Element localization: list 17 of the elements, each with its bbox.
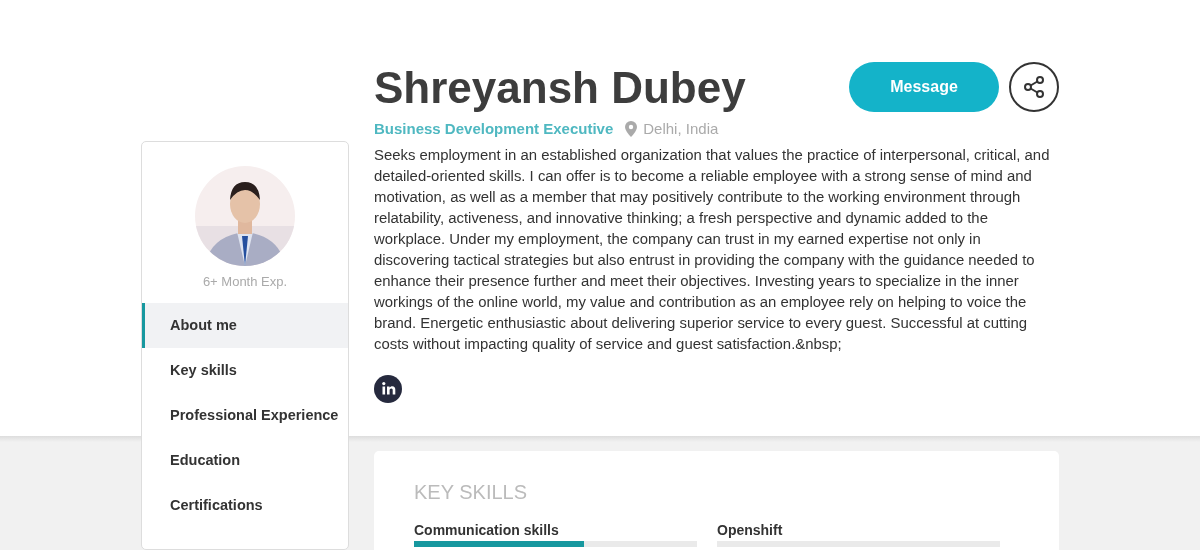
experience-text: 6+ Month Exp. bbox=[202, 274, 288, 289]
section-heading: KEY SKILLS bbox=[414, 481, 529, 504]
location-text: Delhi, India bbox=[643, 120, 719, 137]
sidebar-item[interactable]: Education bbox=[142, 438, 348, 483]
sidebar-item[interactable]: Key skills bbox=[142, 348, 348, 393]
job-title: Business Development Executive bbox=[374, 120, 614, 137]
skill-name: Openshift bbox=[717, 522, 784, 538]
share-icon bbox=[1022, 75, 1046, 99]
linkedin-icon[interactable] bbox=[374, 375, 402, 403]
profile-name: Shreyansh Dubey bbox=[374, 62, 747, 114]
sidebar-item[interactable]: Professional Experience bbox=[142, 393, 348, 438]
sidebar-item[interactable]: Certifications bbox=[142, 483, 348, 528]
location-pin-icon bbox=[625, 120, 638, 137]
about-paragraph: Seeks employment in an established organization that values the practice of interpersonal, critical, and detailed-oriented skills. I can offer is to become a reliable employee with a strong sense of mind and motivation, as well as a member that may positively contribute to the working environment through relatability, activeness, and innovative thinking; a fresh perspective and dynamic added to the workplace. Under my employment, the company can trust in my earned expertise not only in discovering tactical strategies but also entrust in providing the company with the guidance needed to enhance their presence further and meet their objectives. Investing years to specialize in the inner workings of the online world, my value and contribution as an employee rely on helping to voice the brand. Energetic enthusiastic about delivering superior service to every guest. Successful at cutting costs without impacting quality of service and guest satisfaction.&nbsp; bbox=[374, 146, 1051, 354]
skill-name: Communication skills bbox=[414, 522, 560, 538]
sidebar-item[interactable]: About me bbox=[142, 303, 348, 348]
share-button[interactable] bbox=[1009, 62, 1059, 112]
